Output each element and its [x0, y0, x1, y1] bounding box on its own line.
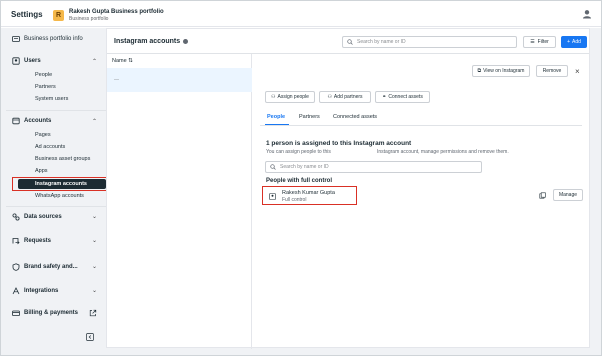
filter-button[interactable]: ☰ Filter: [523, 36, 556, 48]
users-icon: [12, 57, 20, 65]
sidebar-item-system-users[interactable]: System users: [35, 96, 68, 102]
connect-assets-button[interactable]: ⚭ Connect assets: [375, 91, 430, 103]
sidebar-item-label: Data sources: [24, 214, 62, 220]
data-sources-icon: [12, 213, 20, 221]
sidebar-section-integrations[interactable]: Integrations: [12, 287, 58, 295]
sidebar-item-label: Accounts: [24, 118, 52, 124]
shield-icon: [12, 263, 20, 271]
assign-people-button[interactable]: ⚇ Assign people: [265, 91, 315, 103]
sidebar-section-accounts[interactable]: Accounts: [12, 117, 51, 125]
people-search-input[interactable]: Search by name or ID: [265, 161, 482, 173]
view-on-instagram-button[interactable]: ⧉ View on Instagram: [472, 65, 530, 77]
plus-icon: +: [567, 39, 570, 45]
sidebar-item-label: Brand safety and...: [24, 264, 78, 270]
sidebar-item-label: Business portfolio info: [24, 36, 83, 42]
sidebar-item-people[interactable]: People: [35, 72, 52, 78]
filter-icon: ☰: [530, 39, 535, 45]
list-header-name[interactable]: Name ⇅: [112, 58, 133, 64]
sidebar-item-whatsapp-accounts[interactable]: WhatsApp accounts: [35, 193, 84, 199]
add-button[interactable]: + Add: [561, 36, 587, 48]
sidebar-item-apps[interactable]: Apps: [35, 168, 48, 174]
copy-icon[interactable]: [539, 192, 546, 199]
assigned-description-left: You can assign people to this: [266, 149, 331, 155]
profile-icon[interactable]: [582, 9, 592, 19]
sidebar-item-billing[interactable]: Billing & payments: [12, 309, 78, 317]
connect-icon: ⚭: [382, 94, 387, 100]
sidebar-section-data-sources[interactable]: Data sources: [12, 213, 62, 221]
panel-title: Instagram accounts: [114, 38, 181, 45]
sidebar-section-requests[interactable]: Requests: [12, 237, 51, 245]
list-item-label: —: [114, 77, 119, 83]
page-title: Settings: [11, 10, 43, 19]
account-detail: ⧉ View on Instagram Remove × ⚇ Assign pe…: [253, 54, 590, 348]
sidebar-item-label: Requests: [24, 238, 52, 244]
filter-button-label: Filter: [537, 39, 549, 45]
sidebar-item-business-info[interactable]: Business portfolio info: [12, 35, 83, 43]
highlight-box: [262, 186, 357, 205]
highlight-box: [12, 177, 108, 191]
divider: [6, 110, 106, 111]
billing-icon: [12, 309, 20, 317]
tab-partners[interactable]: Partners: [299, 114, 320, 120]
portfolio-subtitle: Business portfolio: [69, 15, 109, 22]
sidebar-item-pages[interactable]: Pages: [35, 132, 51, 138]
add-partners-button[interactable]: ⚇ Add partners: [319, 91, 371, 103]
search-placeholder: Search by name or ID: [357, 39, 406, 45]
chevron-down-icon[interactable]: ⌄: [92, 263, 97, 270]
manage-button-label: Manage: [558, 192, 578, 198]
remove-button-label: Remove: [542, 68, 562, 74]
top-bar: Settings R Rakesh Gupta Business portfol…: [1, 1, 601, 27]
search-icon: [347, 39, 353, 45]
integrations-icon: [12, 287, 20, 295]
external-link-icon: ⧉: [477, 68, 482, 74]
connect-assets-label: Connect assets: [388, 94, 423, 100]
external-link-icon[interactable]: [89, 309, 97, 317]
assigned-heading: 1 person is assigned to this Instagram a…: [266, 140, 412, 147]
add-partners-label: Add partners: [333, 94, 363, 100]
sidebar-item-partners[interactable]: Partners: [35, 84, 56, 90]
requests-icon: [12, 237, 20, 245]
sidebar: Business portfolio info Users ⌃ People P…: [6, 28, 108, 348]
manage-button[interactable]: Manage: [553, 189, 583, 201]
portfolio-info-icon: [12, 35, 20, 43]
divider: [260, 125, 582, 126]
search-icon: [270, 164, 276, 170]
remove-button[interactable]: Remove: [536, 65, 568, 77]
chevron-up-icon[interactable]: ⌃: [92, 118, 97, 125]
list-item[interactable]: —: [107, 68, 252, 92]
chevron-down-icon[interactable]: ⌄: [92, 237, 97, 244]
assigned-description-right: Instagram account, manage permissions an…: [377, 149, 509, 155]
search-input[interactable]: Search by name or ID: [342, 36, 517, 48]
info-icon[interactable]: [183, 39, 189, 44]
portfolio-avatar: R: [53, 9, 64, 21]
accounts-icon: [12, 117, 20, 125]
panel-header: Instagram accounts: [114, 38, 189, 45]
chevron-down-icon[interactable]: ⌄: [92, 213, 97, 220]
sidebar-item-business-asset-groups[interactable]: Business asset groups: [35, 156, 90, 162]
chevron-up-icon[interactable]: ⌃: [92, 58, 97, 65]
view-on-instagram-label: View on Instagram: [483, 68, 525, 74]
sidebar-item-label: Users: [24, 58, 41, 64]
person-add-icon: ⚇: [271, 94, 276, 100]
sidebar-item-label: Billing & payments: [24, 310, 79, 316]
sidebar-section-users[interactable]: Users: [12, 57, 41, 65]
instagram-accounts-panel: Instagram accounts Search by name or ID …: [106, 28, 590, 349]
tab-connected-assets[interactable]: Connected assets: [333, 114, 377, 120]
portfolio-switcher[interactable]: R Rakesh Gupta Business portfolio Busine…: [53, 7, 164, 23]
assign-people-label: Assign people: [277, 94, 309, 100]
accounts-list: Name ⇅ —: [107, 54, 252, 349]
tab-people[interactable]: People: [267, 114, 285, 120]
full-control-heading: People with full control: [266, 178, 332, 184]
portfolio-name: Rakesh Gupta Business portfolio: [69, 8, 164, 15]
divider: [6, 206, 106, 207]
close-icon[interactable]: ×: [575, 67, 580, 76]
collapse-sidebar-icon[interactable]: [86, 333, 94, 341]
chevron-down-icon[interactable]: ⌄: [92, 287, 97, 294]
people-search-placeholder: Search by name or ID: [280, 164, 329, 170]
sidebar-item-label: Integrations: [24, 288, 59, 294]
partners-icon: ⚇: [327, 94, 332, 100]
add-button-label: Add: [572, 39, 581, 45]
sidebar-item-ad-accounts[interactable]: Ad accounts: [35, 144, 65, 150]
sidebar-section-brand-safety[interactable]: Brand safety and...: [12, 263, 78, 271]
